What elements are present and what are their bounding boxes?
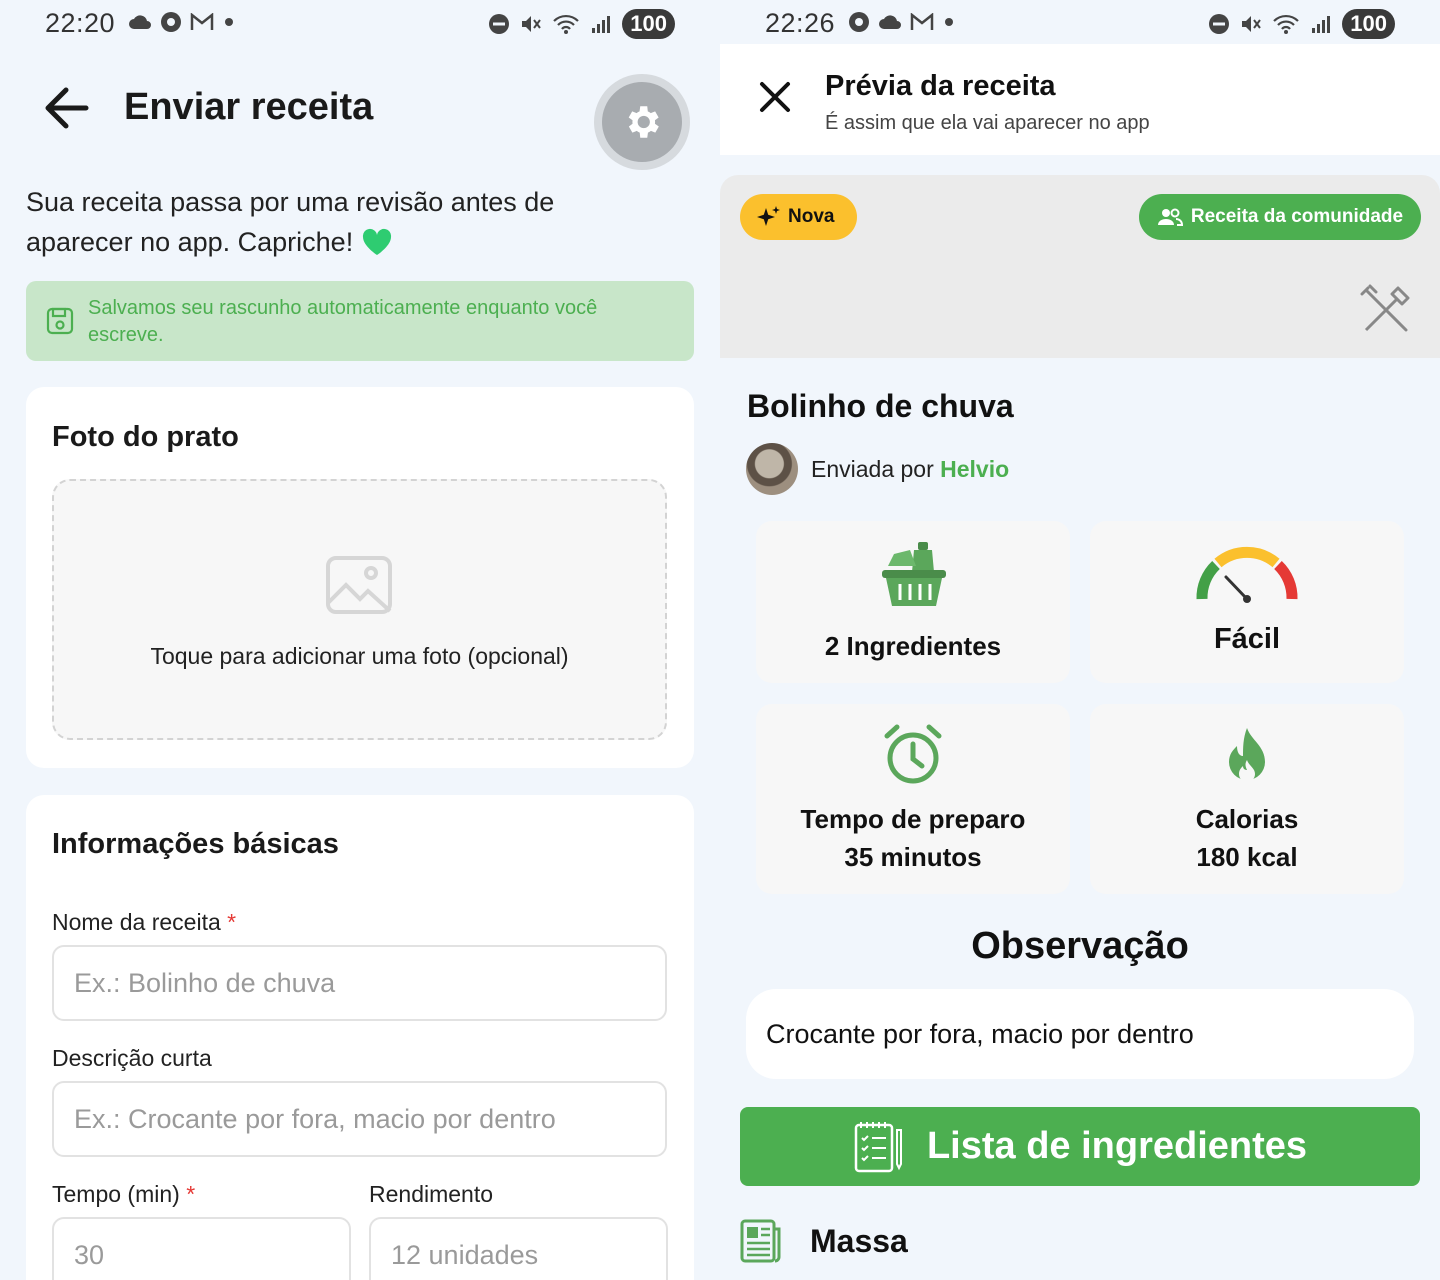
gmail-icon (910, 13, 934, 30)
recipe-preview-screen: 22:26 100 Prévia da receita É assim que … (720, 0, 1440, 1280)
sparkles-icon (757, 206, 780, 226)
stat-calories: Calorias 180 kcal (1090, 704, 1404, 894)
wifi-icon (1273, 14, 1300, 34)
signal-icon (1312, 16, 1331, 33)
utensils-crossed-icon (1360, 284, 1410, 332)
preview-header: Prévia da receita É assim que ela vai ap… (720, 44, 1440, 155)
yield-input[interactable]: 12 unidades (369, 1217, 668, 1280)
community-badge: Receita da comunidade (1139, 194, 1421, 240)
gear-icon (628, 106, 659, 138)
recipe-name: Bolinho de chuva (747, 388, 1014, 424)
submit-recipe-screen: 22:20 100 Enviar receita Sua receita pas… (0, 0, 720, 1280)
stat-prep-time: Tempo de preparo 35 minutos (756, 704, 1070, 894)
section-title: Massa (810, 1222, 908, 1259)
wifi-icon (553, 14, 580, 34)
short-description-input[interactable]: Ex.: Crocante por fora, macio por dentro (52, 1081, 667, 1157)
preview-subtitle: É assim que ela vai aparecer no app (825, 112, 1150, 134)
status-bar: 22:26 100 (720, 0, 1440, 46)
stat-difficulty: Fácil (1090, 521, 1404, 683)
autosave-notice-text: Salvamos seu rascunho automaticamente en… (88, 297, 598, 346)
recipe-image-placeholder: Nova Receita da comunidade (720, 175, 1440, 358)
battery-indicator: 100 (1342, 9, 1395, 39)
flame-icon (1229, 728, 1265, 782)
author-avatar (746, 443, 798, 495)
difficulty-gauge-icon (1196, 546, 1298, 603)
close-button[interactable] (758, 80, 792, 119)
back-button[interactable] (40, 84, 92, 132)
do-not-disturb-icon (1209, 14, 1230, 34)
calories-value: 180 kcal (1196, 842, 1298, 872)
stat-ingredients: 2 Ingredientes (756, 521, 1070, 683)
status-time: 22:20 (45, 8, 116, 38)
ingredient-section-massa: Massa (740, 1219, 908, 1263)
photo-card: Foto do prato Toque para adicionar uma f… (26, 387, 694, 768)
basket-icon (882, 542, 946, 606)
recipe-name-label: Nome da receita * (52, 909, 237, 935)
alarm-clock-icon (884, 724, 942, 784)
prep-time-label: Tempo de preparo (800, 804, 1026, 834)
status-time: 22:26 (765, 8, 836, 38)
dot-icon (945, 18, 953, 26)
intro-text: Sua receita passa por uma revisão antes … (26, 187, 555, 257)
prep-time-value: 35 minutos (844, 842, 982, 872)
notepad-checklist-icon (854, 1121, 902, 1172)
close-icon (760, 82, 790, 112)
short-description-label: Descrição curta (52, 1045, 212, 1071)
mute-icon (522, 16, 542, 32)
time-label: Tempo (min) * (52, 1181, 196, 1207)
calories-label: Calorias (1195, 804, 1299, 834)
required-mark: * (186, 1181, 196, 1207)
article-icon (740, 1219, 781, 1263)
basic-info-title: Informações básicas (52, 828, 339, 860)
page-title: Enviar receita (124, 86, 374, 128)
autosave-notice: Salvamos seu rascunho automaticamente en… (26, 281, 694, 361)
cloud-icon (879, 15, 901, 29)
battery-indicator: 100 (622, 9, 675, 39)
soccer-ball-icon (161, 12, 181, 32)
difficulty-value: Fácil (1213, 623, 1281, 655)
signal-icon (592, 16, 611, 33)
arrow-left-icon (45, 87, 89, 129)
observation-text: Crocante por fora, macio por dentro (746, 989, 1414, 1079)
mute-icon (1242, 16, 1262, 32)
photo-card-title: Foto do prato (52, 421, 239, 453)
settings-button[interactable] (594, 74, 690, 170)
soccer-ball-icon (849, 12, 869, 32)
save-icon (46, 307, 74, 335)
observation-title: Observação (971, 925, 1189, 967)
author-name: Helvio (940, 456, 1010, 482)
dot-icon (225, 18, 233, 26)
author-line: Enviada por Helvio (811, 456, 1010, 482)
ingredients-count: 2 Ingredientes (824, 631, 1002, 661)
recipe-name-input[interactable]: Ex.: Bolinho de chuva (52, 945, 667, 1021)
gmail-icon (190, 13, 214, 30)
photo-upload-hint: Toque para adicionar uma foto (opcional) (150, 643, 569, 669)
preview-title: Prévia da receita (825, 70, 1056, 102)
yield-label: Rendimento (369, 1181, 494, 1207)
green-heart-icon (362, 228, 391, 255)
photo-upload-area[interactable]: Toque para adicionar uma foto (opcional) (52, 479, 667, 740)
image-placeholder-icon (326, 556, 392, 614)
new-badge: Nova (740, 194, 857, 240)
do-not-disturb-icon (489, 14, 510, 34)
required-mark: * (227, 909, 237, 935)
basic-info-card: Informações básicas Nome da receita * Ex… (26, 795, 694, 1280)
cloud-icon (129, 15, 151, 29)
time-input[interactable]: 30 (52, 1217, 351, 1280)
ingredients-list-button[interactable]: Lista de ingredientes (740, 1107, 1420, 1186)
people-icon (1157, 208, 1183, 226)
status-bar: 22:20 100 (0, 0, 720, 46)
